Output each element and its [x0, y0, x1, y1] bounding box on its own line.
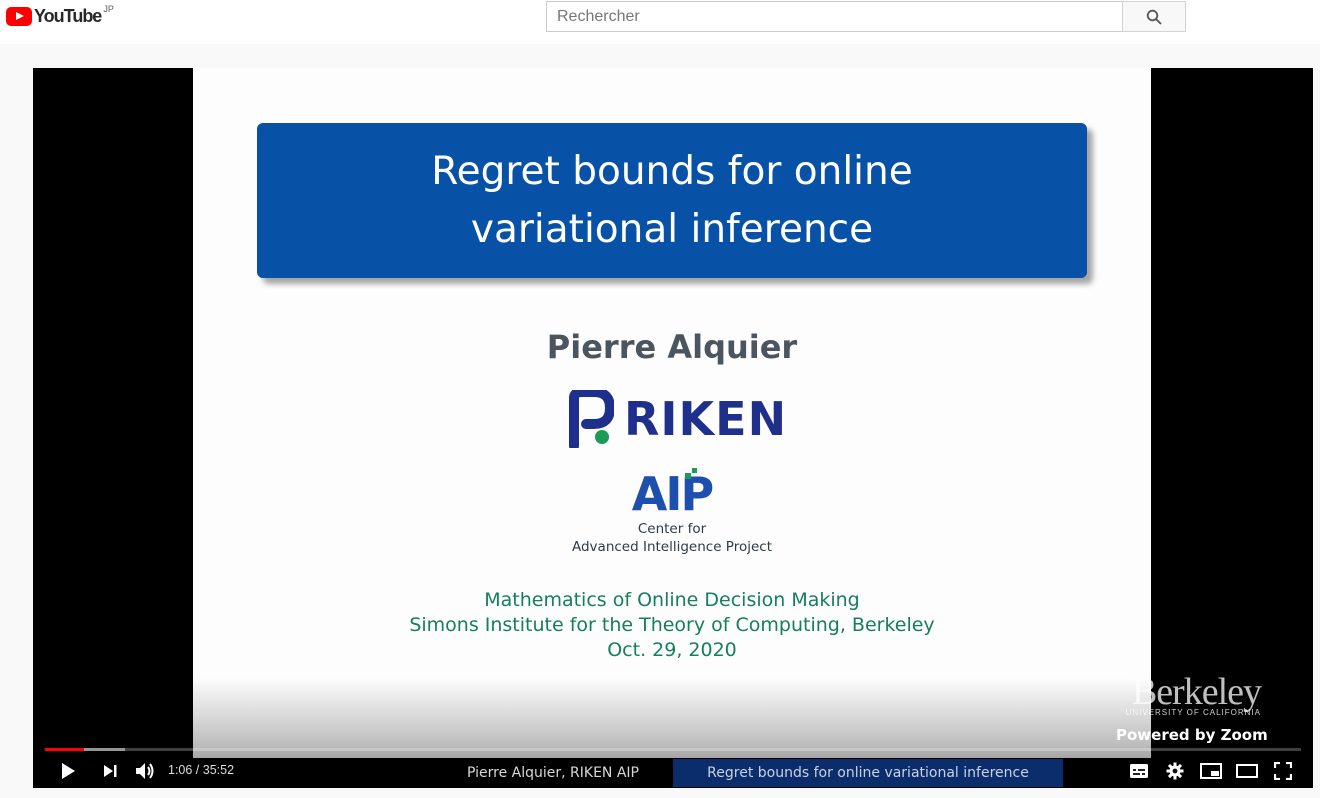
- event-info: Mathematics of Online Decision Making Si…: [193, 588, 1151, 663]
- aip-dot-icon: [691, 468, 697, 473]
- video-player[interactable]: Regret bounds for online variational inf…: [33, 68, 1313, 788]
- theater-mode-button[interactable]: [1233, 757, 1261, 785]
- logo-text: YouTube: [34, 5, 102, 26]
- event-line-3: Oct. 29, 2020: [607, 639, 737, 661]
- masthead: YouTube JP: [0, 0, 1320, 44]
- progress-bar[interactable]: [45, 748, 1301, 751]
- powered-by-zoom: Powered by Zoom: [1116, 726, 1268, 744]
- search-icon: [1146, 9, 1162, 25]
- search-bar: [546, 1, 1186, 32]
- berkeley-subtitle: UNIVERSITY OF CALIFORNIA: [1125, 708, 1261, 717]
- aip-line-2: Advanced Intelligence Project: [571, 539, 772, 555]
- aip-logo: AIP: [631, 467, 714, 521]
- riken-mark-icon: [569, 390, 614, 448]
- aip-dot-icon: [684, 473, 691, 479]
- search-button[interactable]: [1122, 1, 1186, 32]
- youtube-play-logo-icon: [6, 6, 32, 26]
- slide-title-box: Regret bounds for online variational inf…: [257, 123, 1087, 278]
- play-icon: [62, 763, 75, 779]
- logo-region: JP: [103, 4, 114, 14]
- miniplayer-icon: [1200, 763, 1222, 779]
- progress-played: [45, 748, 84, 751]
- aip-logo-block: AIP Center for Advanced Intelligence Pro…: [193, 468, 1151, 556]
- volume-icon: [136, 763, 154, 779]
- search-input[interactable]: [546, 1, 1122, 32]
- video-frame-slide: Regret bounds for online variational inf…: [193, 68, 1151, 758]
- fullscreen-button[interactable]: [1269, 757, 1297, 785]
- aip-logo-text: AIP: [631, 467, 714, 521]
- slide-title: Regret bounds for online variational inf…: [431, 148, 913, 252]
- theater-mode-icon: [1236, 764, 1258, 778]
- settings-button[interactable]: [1161, 757, 1189, 785]
- riken-text: RIKEN: [624, 392, 788, 446]
- fullscreen-icon: [1274, 762, 1292, 780]
- subtitles-icon: [1130, 764, 1148, 778]
- aip-line-1: Center for: [637, 521, 707, 537]
- mute-button[interactable]: [132, 757, 158, 785]
- riken-logo: RIKEN: [568, 390, 787, 448]
- miniplayer-button[interactable]: [1197, 757, 1225, 785]
- youtube-logo[interactable]: YouTube JP: [6, 4, 114, 27]
- event-line-2: Simons Institute for the Theory of Compu…: [409, 614, 935, 636]
- subtitles-button[interactable]: [1125, 757, 1153, 785]
- gear-icon: [1166, 762, 1184, 780]
- skip-next-icon: [104, 765, 117, 777]
- play-button[interactable]: [55, 757, 81, 785]
- speaker-name-strip: Pierre Alquier, RIKEN AIP: [433, 759, 673, 787]
- player-controls: 1:06 / 35:52 Pierre Alquier, RIKEN AIP R…: [33, 754, 1313, 788]
- talk-title-strip: Regret bounds for online variational inf…: [673, 759, 1063, 787]
- time-display: 1:06 / 35:52: [168, 763, 235, 777]
- berkeley-wordmark: Berkeley: [1131, 671, 1262, 713]
- slide-author: Pierre Alquier: [546, 328, 798, 366]
- next-button[interactable]: [97, 757, 123, 785]
- berkeley-watermark: Berkeley UNIVERSITY OF CALIFORNIA: [1125, 671, 1262, 717]
- event-line-1: Mathematics of Online Decision Making: [484, 589, 860, 611]
